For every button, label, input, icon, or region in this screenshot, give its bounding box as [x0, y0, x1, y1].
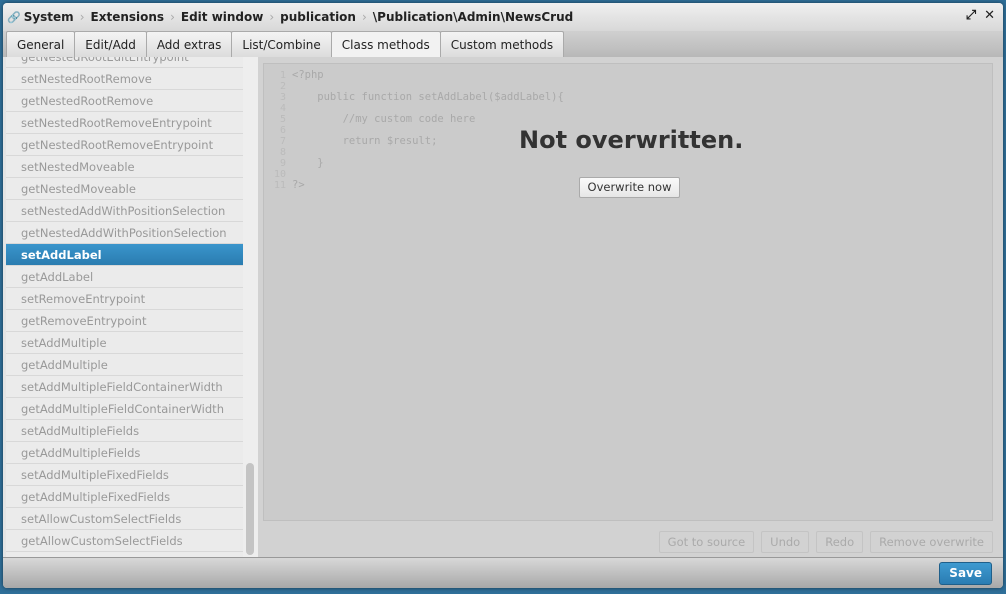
method-list-item[interactable]: setAddMultipleFixedFields: [6, 464, 243, 486]
breadcrumb-item[interactable]: publication: [280, 10, 356, 24]
method-list-item[interactable]: getNestedRootRemoveEntrypoint: [6, 134, 243, 156]
method-list-item[interactable]: getNestedAddWithPositionSelection: [6, 222, 243, 244]
maximize-icon[interactable]: ⤢: [966, 8, 976, 23]
tab-add-extras[interactable]: Add extras: [145, 31, 233, 57]
close-icon[interactable]: ✕: [984, 8, 995, 23]
tab-list-combine[interactable]: List/Combine: [231, 31, 332, 57]
breadcrumb-item[interactable]: Edit window: [181, 10, 263, 24]
code-line: //my custom code here: [292, 113, 476, 125]
code-line: }: [292, 157, 324, 169]
method-list-item[interactable]: setNestedRootRemove: [6, 68, 243, 90]
scrollbar-thumb[interactable]: [246, 463, 254, 555]
save-button[interactable]: Save: [939, 562, 992, 585]
edit-window: 🔗 System › Extensions › Edit window › publicat…: [3, 3, 1003, 588]
method-list-item[interactable]: getAddMultiple: [6, 354, 243, 376]
method-list-item[interactable]: setAddMultiple: [6, 332, 243, 354]
method-list-item[interactable]: getAddMultipleFieldContainerWidth: [6, 398, 243, 420]
chevron-right-icon: ›: [269, 10, 275, 24]
code-line: <?php: [292, 69, 324, 81]
breadcrumb-item[interactable]: Extensions: [91, 10, 165, 24]
line-numbers: 1 2 3 4 5 6 7 8 9 10 11: [273, 70, 286, 191]
redo-button[interactable]: Redo: [816, 531, 864, 553]
method-list-item[interactable]: getAddMultipleFields: [6, 442, 243, 464]
method-list-item[interactable]: getAddMultipleFixedFields: [6, 486, 243, 508]
method-list-item[interactable]: getNestedRootEditEntrypoint: [6, 57, 243, 68]
footer: Save: [3, 557, 1003, 588]
chevron-right-icon: ›: [79, 10, 85, 24]
method-list-item[interactable]: getRemoveEntrypoint: [6, 310, 243, 332]
method-list-item[interactable]: setNestedRootRemoveEntrypoint: [6, 112, 243, 134]
chevron-right-icon: ›: [170, 10, 175, 24]
scrollbar[interactable]: [243, 57, 258, 557]
method-list-item[interactable]: getNestedMoveable: [6, 178, 243, 200]
breadcrumb-item[interactable]: System: [24, 10, 74, 24]
method-list-item[interactable]: setNestedMoveable: [6, 156, 243, 178]
chevron-right-icon: ›: [361, 10, 367, 24]
overwrite-now-button[interactable]: Overwrite now: [579, 177, 680, 198]
tab-edit-add[interactable]: Edit/Add: [74, 31, 147, 57]
status-heading: Not overwritten.: [519, 126, 744, 154]
breadcrumb: 🔗 System › Extensions › Edit window › publicat…: [3, 3, 1003, 31]
tab-general[interactable]: General: [6, 31, 76, 57]
method-list-item[interactable]: getNestedRootRemove: [6, 90, 243, 112]
remove-overwrite-button[interactable]: Remove overwrite: [870, 531, 993, 553]
main-panel: 1 2 3 4 5 6 7 8 9 10 11 <?php public fun…: [258, 57, 1003, 557]
method-list-item[interactable]: getAllowCustomSelectFields: [6, 530, 243, 552]
tab-custom-methods[interactable]: Custom methods: [439, 31, 565, 57]
go-to-source-button[interactable]: Got to source: [658, 531, 755, 553]
method-list-item[interactable]: setNestedAddWithPositionSelection: [6, 200, 243, 222]
method-list: getNestedRootEditEntrypoint setNestedRoot…: [6, 57, 243, 557]
link-icon: 🔗: [7, 10, 21, 24]
method-list-item[interactable]: setAddMultipleFields: [6, 420, 243, 442]
method-list-item[interactable]: setRemoveEntrypoint: [6, 288, 243, 310]
tab-class-methods[interactable]: Class methods: [330, 31, 441, 57]
code-editor[interactable]: 1 2 3 4 5 6 7 8 9 10 11 <?php public fun…: [263, 63, 993, 521]
undo-button[interactable]: Undo: [761, 531, 810, 553]
breadcrumb-item[interactable]: \Publication\Admin\NewsCrud: [373, 10, 573, 24]
code-line: ?>: [292, 179, 305, 191]
method-list-item[interactable]: getAddLabel: [6, 266, 243, 288]
code-line: public function setAddLabel($addLabel){: [292, 91, 564, 103]
method-list-item[interactable]: setAddLabel: [6, 244, 243, 266]
method-list-item[interactable]: setAllowCustomSelectFields: [6, 508, 243, 530]
tab-bar: General Edit/Add Add extras List/Combine Cla…: [3, 31, 1003, 57]
method-list-item[interactable]: setAddMultipleFieldContainerWidth: [6, 376, 243, 398]
